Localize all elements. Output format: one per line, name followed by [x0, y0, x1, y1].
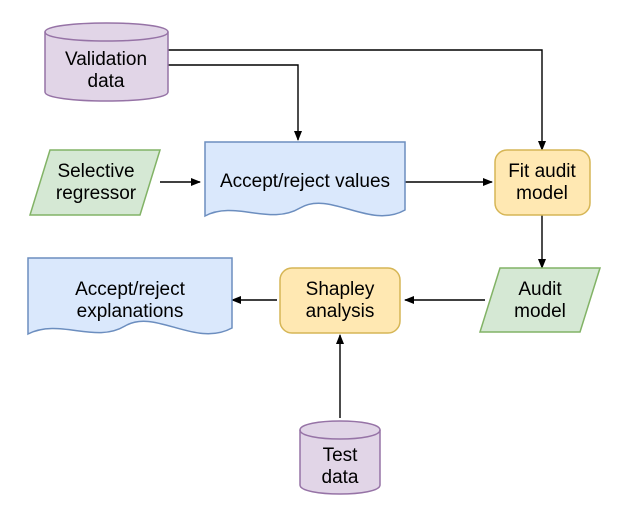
arrows: [160, 50, 542, 418]
accept-reject-values-label: Accept/reject values: [220, 171, 390, 192]
fit-audit-model-label-1: Fit audit: [508, 161, 576, 182]
audit-model-node: Audit model: [480, 268, 600, 332]
selective-regressor-node: Selective regressor: [30, 150, 160, 215]
accept-reject-explanations-label-1: Accept/reject: [75, 279, 186, 300]
shapley-analysis-label-2: analysis: [306, 301, 375, 322]
accept-reject-explanations-label-2: explanations: [77, 301, 184, 322]
audit-model-label-2: model: [514, 301, 566, 322]
fit-audit-model-label-2: model: [516, 183, 568, 204]
shapley-analysis-node: Shapley analysis: [280, 268, 400, 333]
test-data-label-2: data: [322, 467, 359, 488]
accept-reject-explanations-node: Accept/reject explanations: [28, 258, 232, 334]
validation-data-label-2: data: [88, 71, 125, 92]
shapley-analysis-label-1: Shapley: [306, 279, 375, 300]
selective-regressor-label-2: regressor: [56, 183, 137, 204]
fit-audit-model-node: Fit audit model: [495, 150, 590, 215]
validation-data-label-1: Validation: [65, 49, 147, 70]
test-data-label-1: Test: [323, 445, 359, 466]
audit-model-label-1: Audit: [518, 279, 562, 300]
accept-reject-values-node: Accept/reject values: [205, 142, 405, 216]
validation-data-node: Validation data: [45, 23, 168, 101]
test-data-node: Test data: [300, 421, 380, 494]
selective-regressor-label-1: Selective: [57, 161, 134, 182]
